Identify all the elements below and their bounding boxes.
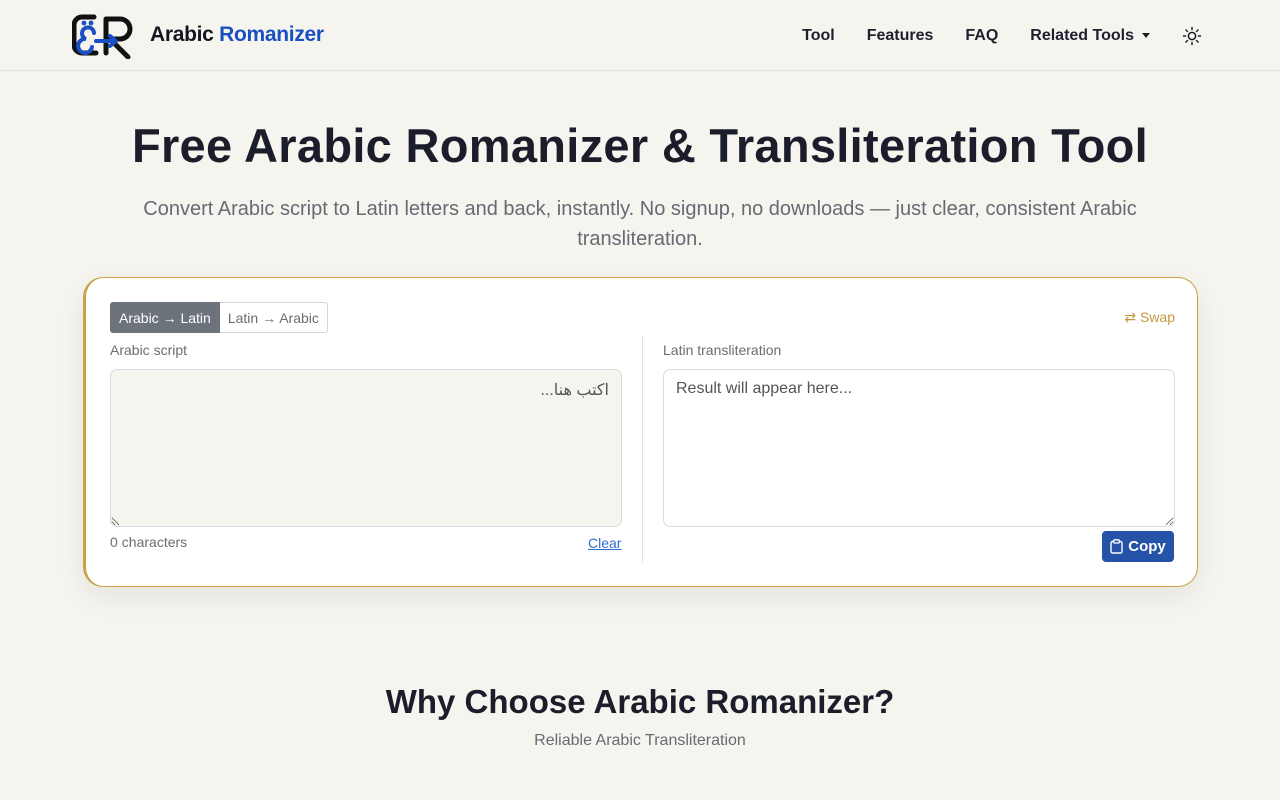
swap-button[interactable]: ⇄ Swap — [1124, 309, 1175, 326]
nav-dropdown-label: Related Tools — [1030, 26, 1134, 44]
copy-button-label: Copy — [1128, 538, 1166, 555]
nav-dropdown-related-tools[interactable]: Related Tools — [1030, 27, 1150, 45]
page-title: Free Arabic Romanizer & Transliteration … — [131, 119, 1149, 172]
nav-link-faq[interactable]: FAQ — [965, 27, 998, 45]
arabic-input-field[interactable] — [110, 369, 622, 527]
column-divider — [642, 336, 643, 562]
mode-arabic-to-latin-button[interactable]: Arabic → Latin — [110, 302, 220, 333]
page-subtitle: Convert Arabic script to Latin letters a… — [143, 198, 1137, 250]
nav-link-features[interactable]: Features — [867, 27, 934, 45]
brand-word-1: Arabic — [150, 23, 214, 46]
transliteration-tool-card: Arabic → Latin Latin → Arabic ⇄ Swap Ara… — [83, 277, 1198, 587]
input-label: Arabic script — [110, 342, 188, 358]
output-label: Latin transliteration — [663, 342, 782, 358]
caret-down-icon — [1142, 33, 1150, 38]
character-count: 0 characters — [110, 534, 191, 550]
latin-output-field[interactable] — [663, 369, 1175, 527]
clear-button[interactable]: Clear — [588, 535, 621, 551]
brand-name: Arabic Romanizer — [150, 23, 324, 47]
mode-toggle-group: Arabic → Latin Latin → Arabic — [110, 302, 328, 333]
character-count-value: 0 — [110, 534, 118, 550]
clipboard-icon — [1110, 539, 1123, 554]
why-section-subtitle: Reliable Arabic Transliteration — [534, 732, 746, 749]
why-section-title: Why Choose Arabic Romanizer? — [385, 683, 895, 720]
sun-icon[interactable] — [1182, 26, 1202, 46]
brand-word-2: Romanizer — [219, 23, 324, 46]
character-count-suffix: characters — [121, 534, 188, 550]
nav-link-tool[interactable]: Tool — [802, 27, 835, 45]
navbar: Arabic Romanizer Tool Features FAQ Relat… — [0, 0, 1280, 71]
copy-button[interactable]: Copy — [1102, 531, 1174, 562]
brand-logo-icon — [72, 14, 133, 59]
brand-logo-link[interactable]: Arabic Romanizer — [72, 11, 324, 59]
nav-links: Tool Features FAQ Related Tools — [770, 0, 1202, 71]
mode-latin-to-arabic-button[interactable]: Latin → Arabic — [219, 302, 328, 333]
